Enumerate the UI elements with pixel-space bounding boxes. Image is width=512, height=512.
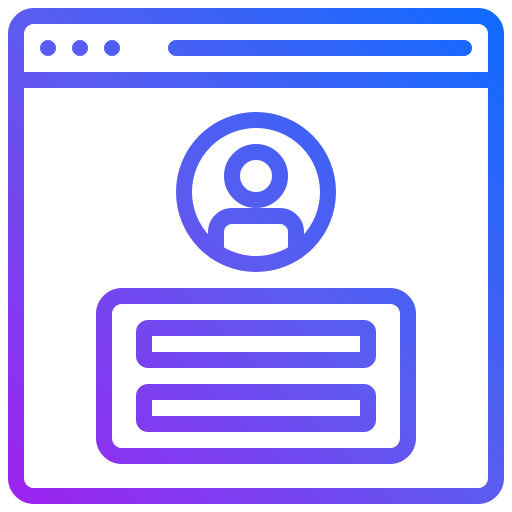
icon-canvas bbox=[0, 0, 512, 512]
user-body-icon bbox=[208, 208, 304, 260]
window-dot-icon bbox=[40, 40, 56, 56]
window-dot-icon bbox=[104, 40, 120, 56]
window-dot-icon bbox=[72, 40, 88, 56]
user-head-icon bbox=[224, 144, 288, 208]
input-field-icon bbox=[136, 384, 376, 432]
web-user-profile-login-icon bbox=[8, 8, 504, 504]
input-field-icon bbox=[136, 320, 376, 368]
